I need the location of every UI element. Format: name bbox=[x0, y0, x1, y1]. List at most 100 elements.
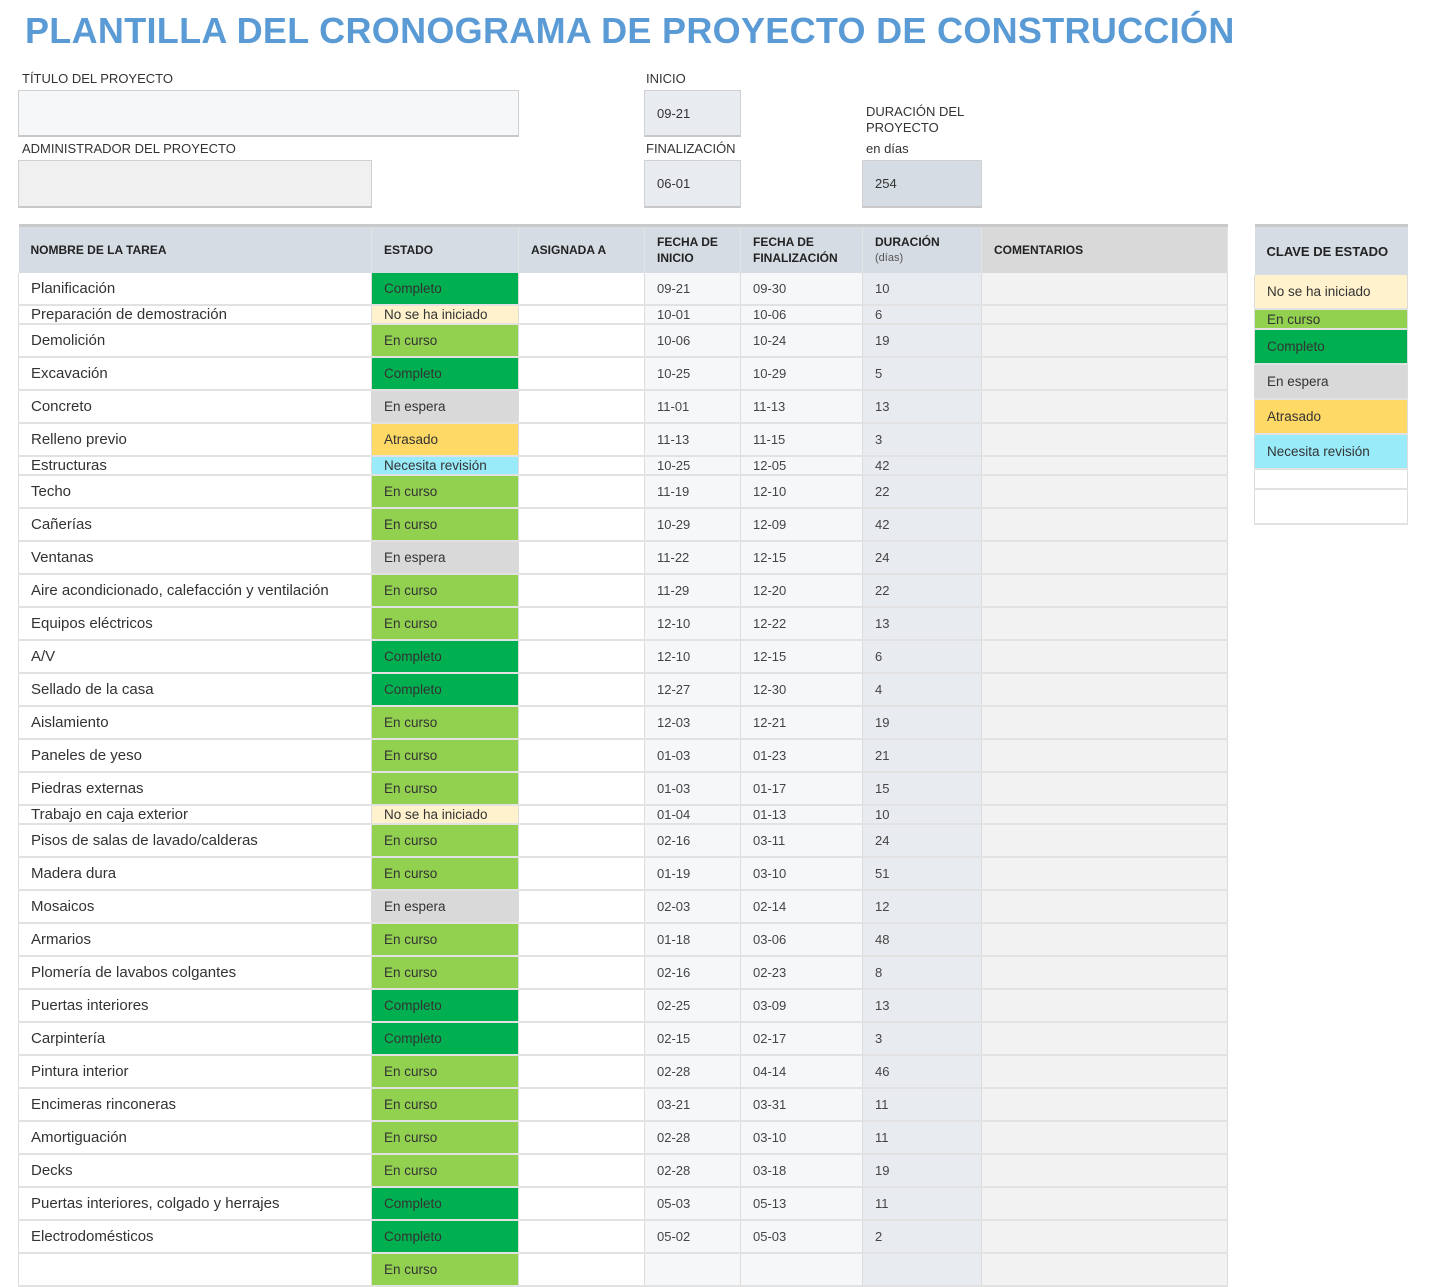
task-name-cell[interactable]: Madera dura bbox=[18, 857, 372, 891]
assigned-cell[interactable] bbox=[518, 890, 645, 924]
assigned-cell[interactable] bbox=[518, 805, 645, 825]
task-name-cell[interactable]: Planificación bbox=[18, 273, 372, 306]
start-date-cell[interactable]: 02-28 bbox=[644, 1154, 741, 1188]
assigned-cell[interactable] bbox=[518, 772, 645, 806]
status-cell[interactable]: En curso bbox=[371, 324, 519, 358]
assigned-cell[interactable] bbox=[518, 824, 645, 858]
assigned-cell[interactable] bbox=[518, 607, 645, 641]
start-date-cell[interactable]: 01-18 bbox=[644, 923, 741, 957]
project-manager-field[interactable] bbox=[18, 160, 372, 208]
status-cell[interactable]: En curso bbox=[371, 772, 519, 806]
comments-cell[interactable] bbox=[981, 824, 1228, 858]
task-name-cell[interactable]: Pintura interior bbox=[18, 1055, 372, 1089]
task-name-cell[interactable]: Demolición bbox=[18, 324, 372, 358]
end-date-cell[interactable]: 11-13 bbox=[740, 390, 863, 424]
task-name-cell[interactable]: Plomería de lavabos colgantes bbox=[18, 956, 372, 990]
comments-cell[interactable] bbox=[981, 541, 1228, 575]
comments-cell[interactable] bbox=[981, 423, 1228, 457]
assigned-cell[interactable] bbox=[518, 739, 645, 773]
end-date-cell[interactable]: 03-10 bbox=[740, 857, 863, 891]
comments-cell[interactable] bbox=[981, 273, 1228, 306]
status-cell[interactable]: En curso bbox=[371, 475, 519, 509]
end-date-cell[interactable]: 11-15 bbox=[740, 423, 863, 457]
assigned-cell[interactable] bbox=[518, 640, 645, 674]
start-date-cell[interactable]: 03-21 bbox=[644, 1088, 741, 1122]
comments-cell[interactable] bbox=[981, 706, 1228, 740]
start-date-cell[interactable]: 12-27 bbox=[644, 673, 741, 707]
status-cell[interactable]: En curso bbox=[371, 706, 519, 740]
task-name-cell[interactable]: Decks bbox=[18, 1154, 372, 1188]
comments-cell[interactable] bbox=[981, 508, 1228, 542]
task-name-cell[interactable]: Aislamiento bbox=[18, 706, 372, 740]
comments-cell[interactable] bbox=[981, 673, 1228, 707]
task-name-cell[interactable]: Pisos de salas de lavado/calderas bbox=[18, 824, 372, 858]
status-cell[interactable]: En curso bbox=[371, 923, 519, 957]
start-date-cell[interactable]: 02-28 bbox=[644, 1121, 741, 1155]
status-cell[interactable]: No se ha iniciado bbox=[371, 305, 519, 325]
status-cell[interactable]: En espera bbox=[371, 890, 519, 924]
status-cell[interactable]: En curso bbox=[371, 857, 519, 891]
task-name-cell[interactable]: Relleno previo bbox=[18, 423, 372, 457]
comments-cell[interactable] bbox=[981, 1022, 1228, 1056]
comments-cell[interactable] bbox=[981, 1088, 1228, 1122]
start-date-cell[interactable]: 11-29 bbox=[644, 574, 741, 608]
task-name-cell[interactable]: Trabajo en caja exterior bbox=[18, 805, 372, 825]
start-date-field[interactable]: 09-21 bbox=[644, 90, 741, 137]
status-cell[interactable]: En curso bbox=[371, 607, 519, 641]
task-name-cell[interactable]: Encimeras rinconeras bbox=[18, 1088, 372, 1122]
end-date-cell[interactable]: 02-17 bbox=[740, 1022, 863, 1056]
comments-cell[interactable] bbox=[981, 456, 1228, 476]
task-name-cell[interactable]: Puertas interiores bbox=[18, 989, 372, 1023]
assigned-cell[interactable] bbox=[518, 923, 645, 957]
assigned-cell[interactable] bbox=[518, 273, 645, 306]
status-cell[interactable]: En curso bbox=[371, 574, 519, 608]
start-date-cell[interactable]: 12-10 bbox=[644, 607, 741, 641]
task-name-cell[interactable]: Paneles de yeso bbox=[18, 739, 372, 773]
task-name-cell[interactable]: Piedras externas bbox=[18, 772, 372, 806]
task-name-cell[interactable]: Mosaicos bbox=[18, 890, 372, 924]
comments-cell[interactable] bbox=[981, 640, 1228, 674]
assigned-cell[interactable] bbox=[518, 456, 645, 476]
comments-cell[interactable] bbox=[981, 390, 1228, 424]
start-date-cell[interactable]: 11-13 bbox=[644, 423, 741, 457]
end-date-cell[interactable]: 12-10 bbox=[740, 475, 863, 509]
end-date-cell[interactable]: 03-11 bbox=[740, 824, 863, 858]
start-date-cell[interactable]: 01-04 bbox=[644, 805, 741, 825]
end-date-cell[interactable]: 03-10 bbox=[740, 1121, 863, 1155]
comments-cell[interactable] bbox=[981, 324, 1228, 358]
status-cell[interactable]: Completo bbox=[371, 1187, 519, 1221]
end-date-cell[interactable]: 12-15 bbox=[740, 640, 863, 674]
end-date-cell[interactable]: 03-31 bbox=[740, 1088, 863, 1122]
task-name-cell[interactable]: Carpintería bbox=[18, 1022, 372, 1056]
assigned-cell[interactable] bbox=[518, 423, 645, 457]
end-date-cell[interactable]: 12-21 bbox=[740, 706, 863, 740]
task-name-cell[interactable]: Equipos eléctricos bbox=[18, 607, 372, 641]
task-name-cell[interactable]: Armarios bbox=[18, 923, 372, 957]
start-date-cell[interactable]: 01-03 bbox=[644, 739, 741, 773]
status-cell[interactable]: Completo bbox=[371, 273, 519, 306]
task-name-cell[interactable]: Amortiguación bbox=[18, 1121, 372, 1155]
assigned-cell[interactable] bbox=[518, 706, 645, 740]
status-cell[interactable]: Atrasado bbox=[371, 423, 519, 457]
comments-cell[interactable] bbox=[981, 805, 1228, 825]
end-date-cell[interactable]: 01-13 bbox=[740, 805, 863, 825]
end-date-cell[interactable]: 03-18 bbox=[740, 1154, 863, 1188]
comments-cell[interactable] bbox=[981, 475, 1228, 509]
comments-cell[interactable] bbox=[981, 1055, 1228, 1089]
comments-cell[interactable] bbox=[981, 772, 1228, 806]
start-date-cell[interactable]: 11-22 bbox=[644, 541, 741, 575]
task-name-cell[interactable]: Estructuras bbox=[18, 456, 372, 476]
start-date-cell[interactable]: 10-01 bbox=[644, 305, 741, 325]
start-date-cell[interactable]: 09-21 bbox=[644, 273, 741, 306]
end-date-cell[interactable]: 02-14 bbox=[740, 890, 863, 924]
start-date-cell[interactable]: 10-06 bbox=[644, 324, 741, 358]
start-date-cell[interactable] bbox=[644, 1253, 741, 1287]
task-name-cell[interactable]: Techo bbox=[18, 475, 372, 509]
task-name-cell[interactable]: Excavación bbox=[18, 357, 372, 391]
status-cell[interactable]: Completo bbox=[371, 357, 519, 391]
assigned-cell[interactable] bbox=[518, 357, 645, 391]
task-name-cell[interactable]: Sellado de la casa bbox=[18, 673, 372, 707]
comments-cell[interactable] bbox=[981, 305, 1228, 325]
comments-cell[interactable] bbox=[981, 739, 1228, 773]
end-date-cell[interactable]: 10-24 bbox=[740, 324, 863, 358]
